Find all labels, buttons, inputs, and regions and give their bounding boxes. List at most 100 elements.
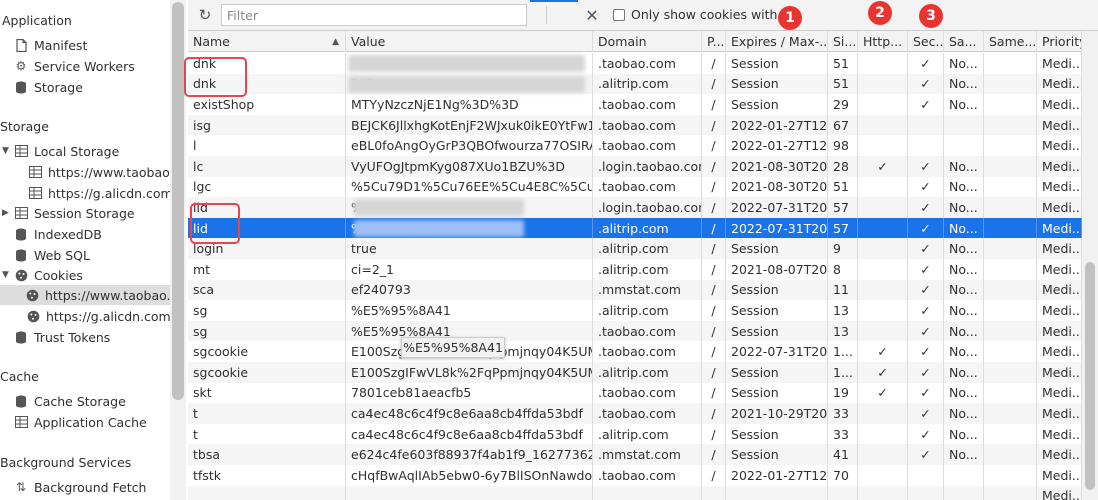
cell-sameparty (984, 156, 1037, 177)
table-row[interactable]: Medi... (188, 485, 1082, 500)
sidebar-item-websql[interactable]: Web SQL (14, 245, 90, 265)
table-row[interactable]: existShop MTYyNzczNjE1Ng%3D%3D .taobao.com… (188, 94, 1082, 115)
cell-expires: Session (726, 279, 828, 301)
annotation-badge-3: 3 (919, 4, 943, 28)
table-row[interactable]: sgcookieE100SzgIFwVL8k%2FqPpmjnqy04K5UMS… (188, 362, 1082, 383)
cell-path: / (702, 362, 726, 383)
table-grid-icon (14, 144, 28, 158)
sidebar-item-local-storage-origin[interactable]: https://g.alicdn.com (28, 183, 173, 203)
table-row[interactable]: sg %E5%95%8A41 .taobao.com / Session 13 ✓ No...… (188, 320, 1082, 342)
sidebar-item-label: Local Storage (34, 143, 120, 159)
cell-http: ✓ (858, 382, 908, 404)
sidebar-item-background-fetch[interactable]: ⇅ Background Fetch (14, 477, 146, 497)
cell-expires: Session (726, 53, 828, 74)
cell-path: / (702, 238, 726, 259)
filter-input[interactable] (221, 4, 527, 26)
sidebar-item-label: https://www.taobao.co (45, 287, 186, 303)
cell-name: sgcookie (188, 362, 346, 383)
checkbox-box[interactable] (613, 8, 625, 21)
cell-secure: ✓ (908, 94, 944, 115)
sidebar-item-indexeddb[interactable]: IndexedDB (14, 224, 102, 244)
cell-domain: .taobao.com (593, 53, 702, 74)
sidebar-item-cookies-origin[interactable]: https://g.alicdn.com (26, 306, 171, 326)
table-row[interactable]: mtci=2_1.alitrip.com/2021-08-07T20...8 ✓N… (188, 259, 1082, 280)
cell-path: / (702, 73, 726, 95)
cell-priority: Medi... (1037, 156, 1082, 177)
clear-icon[interactable]: ✕ (583, 5, 601, 25)
sidebar-item-session-storage[interactable]: ▶ Session Storage (2, 203, 135, 223)
cell-samesite: No... (944, 444, 984, 465)
sidebar-item-cookies[interactable]: ▼ Cookies (2, 265, 83, 285)
column-header-secure[interactable]: Sec... (908, 31, 944, 52)
column-header-sameparty[interactable]: Same... (984, 31, 1037, 52)
column-header-domain[interactable]: Domain (593, 31, 702, 52)
table-row[interactable]: login true .alitrip.com / Session 9 ✓ No... Medi… (188, 238, 1082, 259)
annotation-box-dnk (184, 57, 247, 97)
table-row[interactable]: isgBEJCK6JllxhgKotEnjF2WJxuk0ikE0YtFw1wL… (188, 114, 1082, 136)
table-row[interactable]: skt 7801ceb81aeacfb5 .taobao.com / Session 19… (188, 382, 1082, 404)
table-row[interactable]: tfstk cHqfBwAqlIAb5ebw0-6y7BlISOnNawdoFF.… (188, 465, 1082, 486)
chevron-right-icon[interactable]: ▶ (2, 208, 12, 218)
sidebar-item-label: Web SQL (34, 247, 90, 263)
chevron-down-icon[interactable]: ▼ (2, 146, 12, 156)
sidebar-item-manifest[interactable]: Manifest (14, 35, 87, 55)
table-row[interactable]: tbsae624c4fe603f88937f4ab1f9_1627736207_… (188, 444, 1082, 465)
table-row[interactable]: t ca4ec48c6c4f9c8e6aa8cb4ffda53bdf .alitri… (188, 423, 1082, 445)
sidebar-item-service-workers[interactable]: ⚙ Service Workers (14, 56, 135, 76)
column-header-priority[interactable]: Priority (1037, 31, 1082, 52)
cookies-table: Name ▲ Value Domain P... Expires / Max-... Si.… (188, 31, 1082, 500)
table-row[interactable]: sgcookieE100SzgIFwVL8k%2FqPpmjnqy04K5UMS… (188, 341, 1082, 362)
table-row[interactable]: sca ef240793 .mmstat.com / Session 11 ✓ No... Me… (188, 279, 1082, 301)
column-header-size[interactable]: Si... (828, 31, 858, 52)
cell-value: e624c4fe603f88937f4ab1f9_1627736207_3 (346, 444, 593, 465)
table-row[interactable]: lid%BA%8C%....login.taobao.com/2022-07-3… (188, 197, 1082, 218)
sidebar-item-local-storage[interactable]: ▼ Local Storage (2, 141, 119, 161)
sidebar-scrollbar-thumb[interactable] (172, 2, 184, 400)
chevron-down-icon[interactable]: ▼ (2, 270, 12, 280)
sidebar-item-cookies-origin-selected[interactable]: https://www.taobao.co (0, 285, 185, 305)
cell-expires: 2022-01-27T12... (726, 465, 828, 486)
sidebar-item-label: https://g.alicdn.com (48, 185, 173, 201)
cell-samesite: No... (944, 94, 984, 115)
table-row[interactable]: dnk597....taobao.com/Session51✓No...Medi… (188, 53, 1082, 74)
cell-name: tbsa (188, 444, 346, 465)
column-header-http[interactable]: Http... (858, 31, 908, 52)
column-header-name[interactable]: Name ▲ (188, 31, 346, 52)
cell-sameparty (984, 176, 1037, 198)
cell-path: / (702, 320, 726, 342)
cell-sameparty (984, 362, 1037, 383)
cell-value: MTYyNzczNjE1Ng%3D%3D (346, 94, 593, 115)
column-header-samesite[interactable]: Sa... (944, 31, 984, 52)
cell-samesite: No... (944, 362, 984, 383)
sidebar-item-cache-storage[interactable]: Cache Storage (14, 391, 126, 411)
table-grid-icon (28, 165, 42, 179)
cell-path: / (702, 300, 726, 321)
sidebar-item-application-cache[interactable]: Application Cache (14, 412, 147, 432)
table-row[interactable]: dnk597....alitrip.com/Session51✓No...Med… (188, 73, 1082, 95)
cell-size: 9 (828, 238, 858, 259)
redacted-value-blur (354, 199, 524, 217)
sidebar-item-local-storage-origin[interactable]: https://www.taobao.co (28, 162, 186, 182)
refresh-icon[interactable]: ↻ (196, 6, 214, 24)
sidebar-item-trust-tokens[interactable]: Trust Tokens (14, 327, 110, 347)
cell-value: 7801ceb81aeacfb5 (346, 382, 593, 404)
sidebar-item-label: Trust Tokens (34, 329, 111, 345)
table-row[interactable]: l eBL0foAngOyGrP3QBOfwourza77OSIRA_... .ta… (188, 135, 1082, 156)
only-issues-checkbox[interactable]: Only show cookies with an (613, 7, 797, 22)
cell-http (858, 279, 908, 301)
cell-http (858, 53, 908, 74)
cell-sameparty (984, 485, 1037, 500)
table-row[interactable]: t ca4ec48c6c4f9c8e6aa8cb4ffda53bdf .taobao… (188, 403, 1082, 424)
table-row-selected[interactable]: lid%BA%8C%....alitrip.com/2022-07-31T20.… (188, 217, 1082, 239)
sidebar-item-storage[interactable]: Storage (14, 77, 83, 97)
table-row[interactable]: lc VyUFOgJtpmKyg087XUo1BZU%3D .login.taoba… (188, 156, 1082, 177)
table-scrollbar-thumb[interactable] (1085, 262, 1095, 490)
column-header-expires[interactable]: Expires / Max-... (726, 31, 828, 52)
column-header-path[interactable]: P... (702, 31, 726, 52)
table-row[interactable]: lgc%5Cu79D1%5Cu76EE%5Cu4E8C%5Cu597....ta… (188, 176, 1082, 198)
table-row[interactable]: sg %E5%95%8A41 .alitrip.com / Session 13 ✓ No..… (188, 300, 1082, 321)
cell-path: / (702, 114, 726, 136)
cell-value: true (346, 238, 593, 259)
column-header-value[interactable]: Value (346, 31, 593, 52)
cell-path: / (702, 217, 726, 239)
